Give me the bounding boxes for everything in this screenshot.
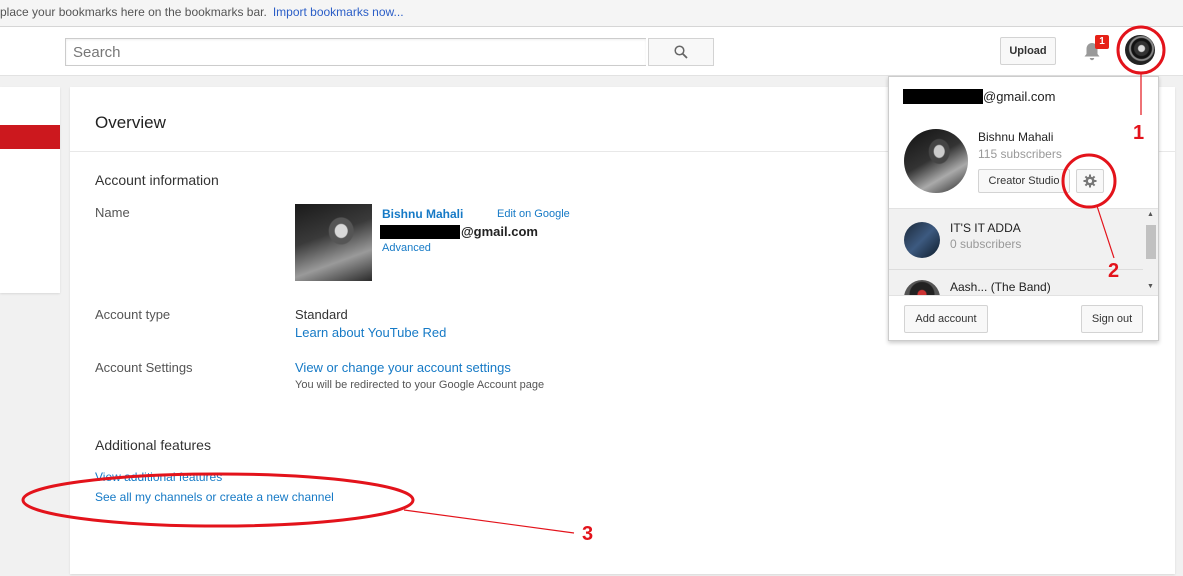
import-bookmarks-link[interactable]: Import bookmarks now... bbox=[273, 5, 404, 19]
channel-item[interactable]: IT'S IT ADDA 0 subscribers bbox=[889, 209, 1143, 269]
annotation-number-1: 1 bbox=[1133, 122, 1145, 144]
search-button[interactable] bbox=[648, 38, 714, 66]
scroll-down-arrow-icon[interactable]: ▼ bbox=[1147, 283, 1154, 290]
account-avatar-button[interactable] bbox=[1125, 35, 1155, 65]
account-info-heading: Account information bbox=[95, 172, 219, 188]
masthead: Upload 1 bbox=[0, 27, 1183, 76]
add-account-button[interactable]: Add account bbox=[904, 305, 988, 333]
menu-subscriber-count: 115 subscribers bbox=[978, 147, 1062, 161]
channel-item[interactable]: Aash... (The Band) bbox=[889, 270, 1143, 295]
name-label: Name bbox=[95, 205, 130, 220]
account-type-label: Account type bbox=[95, 307, 171, 322]
channel-name: IT'S IT ADDA bbox=[950, 221, 1021, 235]
redacted-email-block bbox=[380, 225, 460, 239]
channel-thumbnail bbox=[904, 222, 940, 258]
additional-features-heading: Additional features bbox=[95, 437, 211, 453]
channel-name: Aash... (The Band) bbox=[950, 280, 1051, 294]
channel-list-scrollbar[interactable]: ▲ ▼ bbox=[1144, 209, 1158, 295]
edit-on-google-link[interactable]: Edit on Google bbox=[497, 208, 570, 220]
redirect-note: You will be redirected to your Google Ac… bbox=[295, 379, 545, 391]
page-title: Overview bbox=[95, 113, 166, 132]
account-email-suffix: @gmail.com bbox=[461, 224, 538, 239]
sign-out-button[interactable]: Sign out bbox=[1081, 305, 1143, 333]
learn-youtube-red-link[interactable]: Learn about YouTube Red bbox=[295, 325, 446, 340]
menu-email-suffix: @gmail.com bbox=[983, 89, 1056, 104]
menu-user-name: Bishnu Mahali bbox=[978, 130, 1054, 144]
view-additional-features-link[interactable]: View additional features bbox=[95, 470, 222, 484]
creator-studio-button[interactable]: Creator Studio bbox=[978, 169, 1070, 193]
guide-active-item[interactable] bbox=[0, 125, 60, 149]
advanced-link[interactable]: Advanced bbox=[382, 242, 431, 254]
bookmarks-bar: place your bookmarks here on the bookmar… bbox=[0, 0, 1183, 27]
search-input[interactable] bbox=[65, 38, 646, 66]
bookmarks-hint: place your bookmarks here on the bookmar… bbox=[0, 5, 267, 19]
channel-subscribers: 0 subscribers bbox=[950, 237, 1022, 251]
account-settings-link[interactable]: View or change your account settings bbox=[295, 360, 511, 375]
guide-sidebar bbox=[0, 87, 60, 293]
user-name-link[interactable]: Bishnu Mahali bbox=[382, 207, 463, 221]
gear-icon bbox=[1083, 174, 1097, 188]
scrollbar-thumb[interactable] bbox=[1146, 225, 1156, 259]
account-settings-label: Account Settings bbox=[95, 360, 193, 375]
search-icon bbox=[674, 45, 688, 59]
menu-avatar bbox=[904, 129, 968, 193]
annotation-number-2: 2 bbox=[1108, 260, 1120, 282]
channel-thumbnail bbox=[904, 280, 940, 295]
upload-button[interactable]: Upload bbox=[1000, 37, 1056, 65]
notification-count-badge: 1 bbox=[1095, 35, 1109, 49]
settings-button[interactable] bbox=[1076, 169, 1104, 193]
scroll-up-arrow-icon[interactable]: ▲ bbox=[1147, 211, 1154, 218]
bookmarks-bar-text: place your bookmarks here on the bookmar… bbox=[0, 0, 404, 24]
account-type-value: Standard bbox=[295, 307, 348, 322]
annotation-number-3: 3 bbox=[582, 523, 594, 545]
account-menu: @gmail.com Bishnu Mahali 115 subscribers… bbox=[888, 76, 1159, 341]
redacted-email-block bbox=[903, 89, 983, 104]
channels-link[interactable]: See all my channels or create a new chan… bbox=[95, 490, 334, 504]
profile-photo bbox=[295, 204, 372, 281]
